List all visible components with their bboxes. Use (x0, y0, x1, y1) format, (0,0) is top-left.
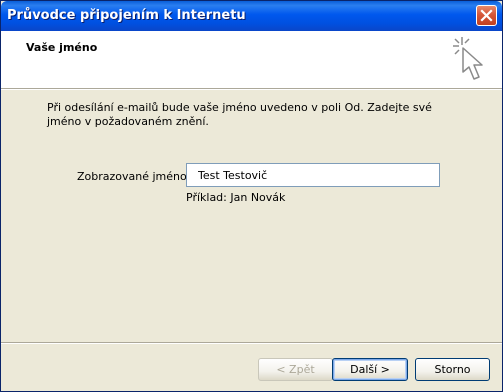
next-button[interactable]: Další > (332, 358, 408, 381)
window-title: Průvodce připojením k Internetu (7, 8, 246, 23)
page-title: Vaše jméno (26, 41, 98, 54)
wizard-window: Průvodce připojením k Internetu Vaše jmé… (0, 0, 503, 392)
wizard-header (1, 31, 502, 89)
cancel-button[interactable]: Storno (415, 358, 490, 381)
title-bar[interactable]: Průvodce připojením k Internetu (1, 1, 502, 31)
close-icon (480, 9, 493, 22)
description-text: Při odesílání e-mailů bude vaše jméno uv… (47, 101, 432, 128)
display-name-input[interactable] (186, 163, 440, 187)
wizard-sparkle-cursor-icon (453, 37, 483, 80)
display-name-label: Zobrazované jméno: (77, 170, 191, 183)
close-button[interactable] (476, 5, 497, 26)
back-button[interactable]: < Zpět (258, 358, 333, 381)
example-text: Příklad: Jan Novák (186, 191, 286, 204)
